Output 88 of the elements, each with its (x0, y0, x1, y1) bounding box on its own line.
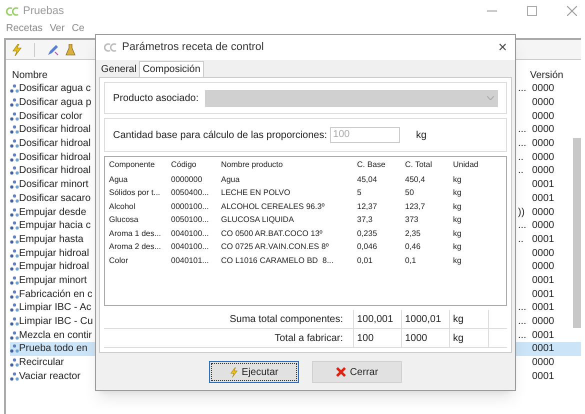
table-cell-text: 450,4 (405, 174, 426, 186)
table-cell-text: 0000100... (171, 200, 210, 213)
table-cell-text: Alcohol (109, 200, 136, 213)
table-cell: 1000,01 (401, 310, 449, 328)
table-cell-text: GLUCOSA LIQUIDA (221, 214, 295, 226)
table-cell-text: Aroma 2 des... (109, 241, 162, 254)
table-cell-text: 373 (405, 214, 420, 226)
table-cell: ... (518, 330, 526, 341)
table-cell: kg (449, 329, 489, 347)
table-cell-text: 0050400... (171, 187, 210, 200)
table-cell-text: CO 0725 AR.VAIN.CON.ES 8º (221, 241, 330, 254)
table-cell: .. (518, 152, 524, 163)
table-cell-text: 12,37 (357, 200, 378, 213)
table-cell-text: kg (453, 174, 462, 186)
table-cell: .. (518, 234, 524, 245)
table-cell-text: 0,235 (357, 228, 378, 240)
table-cell-text: 123,7 (405, 200, 426, 213)
table-cell-text: 37,3 (357, 214, 374, 226)
table-cell-text: 0001 (532, 328, 554, 343)
table-cell-text: 0001 (532, 232, 554, 247)
table-cell-text: CO L1016 CARAMELO BD 8... (221, 254, 334, 267)
table-cell-text: 0000 (532, 164, 554, 178)
table-cell-text: 0001 (532, 301, 554, 316)
table-cell-text: 0001 (532, 192, 554, 206)
field-label: Cantidad base para cálculo de las proporciones: (113, 128, 328, 142)
table-cell-text: 0001 (532, 274, 554, 288)
table-cell-text: Color (109, 254, 130, 267)
table-cell-text: 45,04 (357, 174, 378, 186)
table-cell-text: 0,1 (405, 254, 418, 267)
table-cell-text: 0000 (532, 246, 554, 261)
total-label: Suma total componentes: (228, 312, 344, 326)
table-cell-text: Aroma 1 des... (109, 228, 162, 240)
table-cell-text: 50 (405, 187, 415, 200)
table-cell-text: 0001 (532, 178, 554, 192)
table-cell: .. (518, 165, 524, 176)
table-cell-text: Glucosa (109, 214, 140, 226)
table-cell: ... (518, 302, 526, 314)
table-cell-text: 2,35 (405, 228, 422, 240)
table-cell-text: 0000 (532, 260, 554, 274)
table-cell-text: 0000 (532, 219, 554, 234)
table-cell-text: 0040100... (171, 228, 210, 240)
table-cell-text: 0,046 (357, 241, 378, 254)
table-cell: ... (518, 138, 526, 150)
table-cell: 100,001 (353, 310, 401, 328)
table-cell-text: kg (453, 254, 462, 267)
table-cell-text: ALCOHOL CEREALES 96.3º (221, 200, 326, 213)
table-cell-text: 0001 (532, 370, 554, 384)
table-cell: )) (518, 206, 525, 218)
table-cell-text: 0040101... (171, 254, 210, 267)
field-label: Producto asociado: (113, 92, 199, 106)
table-cell-text: kg (453, 228, 462, 240)
table-cell: 100 (353, 329, 401, 347)
table-cell-text: Agua (109, 174, 129, 186)
table-cell: ... (518, 220, 526, 232)
table-cell-text: 0001 (532, 288, 554, 302)
table-cell: kg (449, 310, 489, 328)
table-cell: 1000 (401, 329, 449, 347)
table-cell-text: 0000 (532, 315, 554, 330)
table-cell-text: 0000 (532, 82, 554, 96)
table-cell: ... (518, 124, 526, 136)
unit-label: kg (416, 128, 427, 142)
table-cell-text: 0000 (532, 356, 554, 370)
table-cell-text: kg (453, 241, 462, 254)
table-cell-text: kg (453, 187, 462, 200)
table-cell-text: 0,01 (357, 254, 374, 267)
table-cell-text: 0000 (532, 96, 554, 110)
table-cell: ... (518, 316, 526, 328)
table-cell-text: 0001 (532, 342, 554, 356)
dialog-title: Parámetros receta de control (122, 40, 264, 56)
table-cell-text: Agua (221, 174, 241, 186)
table-cell-text: 0,46 (405, 241, 422, 254)
total-label: Total a fabricar: (274, 332, 344, 346)
table-cell-text: 0000 (532, 110, 554, 124)
table-cell-text: CO 0500 AR.BAT.COCO 13º (221, 228, 324, 240)
table-cell-text: 5 (357, 187, 362, 200)
table-cell-text: LECHE EN POLVO (221, 187, 292, 200)
table-cell-text: 0000 (532, 137, 554, 152)
window-title: Pruebas (23, 4, 64, 19)
table-cell-text: 0000 (532, 206, 554, 220)
table-cell: ... (518, 83, 526, 94)
table-cell-text: 0000 (532, 150, 554, 165)
table-cell-text: 0040100... (171, 241, 210, 254)
table-cell-text: kg (453, 214, 462, 226)
table-cell-text: 0050100... (171, 214, 210, 226)
table-cell-text: 0000 (532, 123, 554, 138)
table-cell-text: kg (453, 200, 462, 213)
table-cell-text: 0000000 (171, 174, 204, 186)
table-cell-text: Sólidos por t... (109, 187, 162, 200)
